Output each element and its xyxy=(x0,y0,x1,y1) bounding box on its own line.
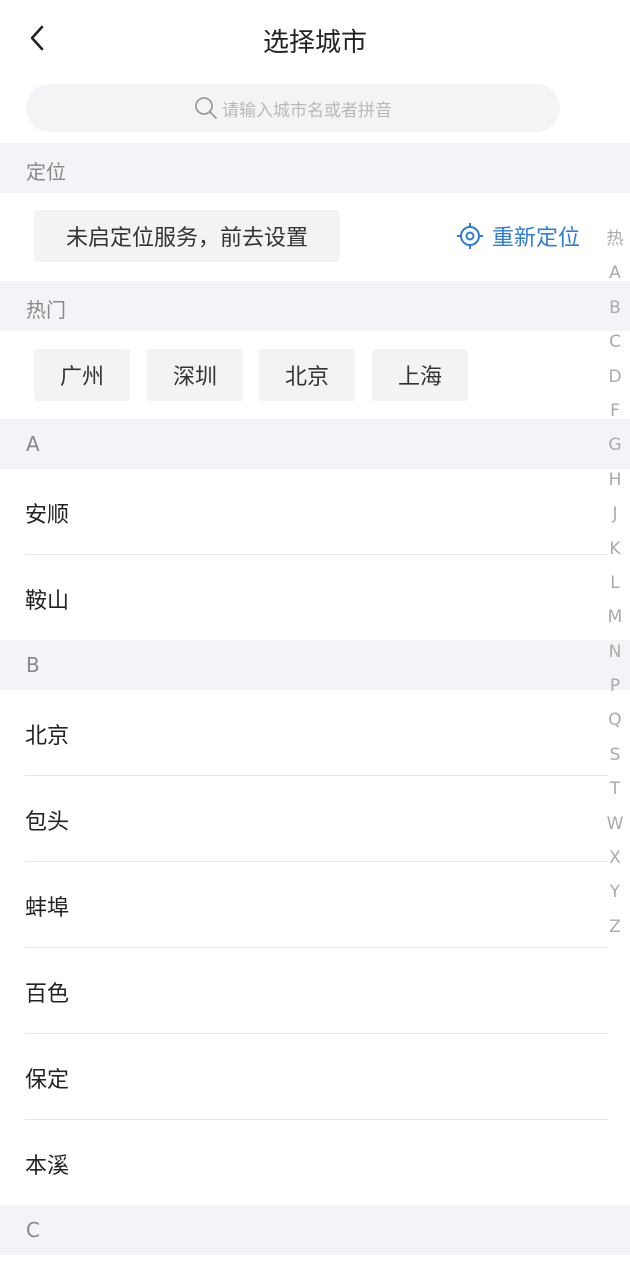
hot-city-chip[interactable]: 上海 xyxy=(372,349,468,401)
section-title: C xyxy=(26,1218,40,1242)
city-list-item[interactable]: 百色 xyxy=(0,948,630,1034)
city-name: 百色 xyxy=(25,982,70,1007)
index-letter[interactable]: M xyxy=(600,600,630,634)
index-letter[interactable]: L xyxy=(600,566,630,600)
city-list-item[interactable]: 保定 xyxy=(0,1034,630,1120)
nav-bar: 选择城市 xyxy=(0,0,630,78)
hot-city-chip[interactable]: 深圳 xyxy=(147,349,243,401)
index-letter[interactable]: X xyxy=(600,841,630,875)
index-letter[interactable]: K xyxy=(600,532,630,566)
location-settings-button[interactable]: 未启定位服务，前去设置 xyxy=(34,210,340,262)
locate-icon xyxy=(457,223,483,249)
section-title: B xyxy=(26,653,40,677)
search-icon xyxy=(195,97,217,119)
city-name: 包头 xyxy=(25,810,70,835)
city-name: 安顺 xyxy=(25,503,70,528)
city-list-item[interactable]: 本溪 xyxy=(0,1120,630,1206)
index-letter[interactable]: B xyxy=(600,291,630,325)
index-letter[interactable]: T xyxy=(600,772,630,806)
relocate-label: 重新定位 xyxy=(492,226,581,251)
index-letter[interactable]: S xyxy=(600,738,630,772)
city-list-item[interactable]: 安顺 xyxy=(0,469,630,555)
city-list-item[interactable]: 鞍山 xyxy=(0,555,630,641)
page-title: 选择城市 xyxy=(262,28,367,58)
search-input[interactable]: 请输入城市名或者拼音 xyxy=(26,84,560,132)
section-header-c: C xyxy=(0,1205,630,1255)
section-header-b: B xyxy=(0,640,630,690)
city-list-item[interactable]: 北京 xyxy=(0,690,630,776)
city-name: 鞍山 xyxy=(25,589,70,614)
search-placeholder: 请输入城市名或者拼音 xyxy=(222,100,392,121)
index-letter[interactable]: Q xyxy=(600,703,630,737)
index-letter[interactable]: P xyxy=(600,669,630,703)
index-letter[interactable]: Y xyxy=(600,875,630,909)
index-letter-hot[interactable]: 热 xyxy=(600,222,630,256)
index-letter[interactable]: F xyxy=(600,394,630,428)
hot-cities-row: 广州 深圳 北京 上海 xyxy=(0,331,630,419)
city-list-item[interactable]: 包头 xyxy=(0,776,630,862)
section-header-hot: 热门 xyxy=(0,281,630,331)
city-list-item[interactable]: 蚌埠 xyxy=(0,862,630,948)
section-header-a: A xyxy=(0,419,630,469)
index-letter[interactable]: D xyxy=(600,360,630,394)
index-letter[interactable]: H xyxy=(600,463,630,497)
location-row: 未启定位服务，前去设置 重新定位 xyxy=(0,193,630,281)
hot-city-chip[interactable]: 北京 xyxy=(259,349,355,401)
index-letter[interactable]: G xyxy=(600,428,630,462)
index-letter[interactable]: J xyxy=(600,497,630,531)
city-name: 蚌埠 xyxy=(25,896,70,921)
section-title: A xyxy=(26,432,40,456)
section-title: 热门 xyxy=(26,298,66,322)
section-header-location: 定位 xyxy=(0,143,630,193)
hot-city-chip[interactable]: 广州 xyxy=(34,349,130,401)
city-name: 北京 xyxy=(25,724,70,749)
index-letter[interactable]: W xyxy=(600,807,630,841)
index-letter[interactable]: N xyxy=(600,635,630,669)
index-letter[interactable]: C xyxy=(600,325,630,359)
alphabet-index-bar[interactable]: 热 A B C D F G H J K L M N P Q S T W X Y … xyxy=(600,222,630,944)
relocate-button[interactable]: 重新定位 xyxy=(456,220,580,252)
city-name: 保定 xyxy=(25,1068,70,1093)
city-name: 本溪 xyxy=(25,1154,70,1179)
index-letter[interactable]: Z xyxy=(600,910,630,944)
section-title: 定位 xyxy=(26,160,66,184)
index-letter[interactable]: A xyxy=(600,256,630,290)
